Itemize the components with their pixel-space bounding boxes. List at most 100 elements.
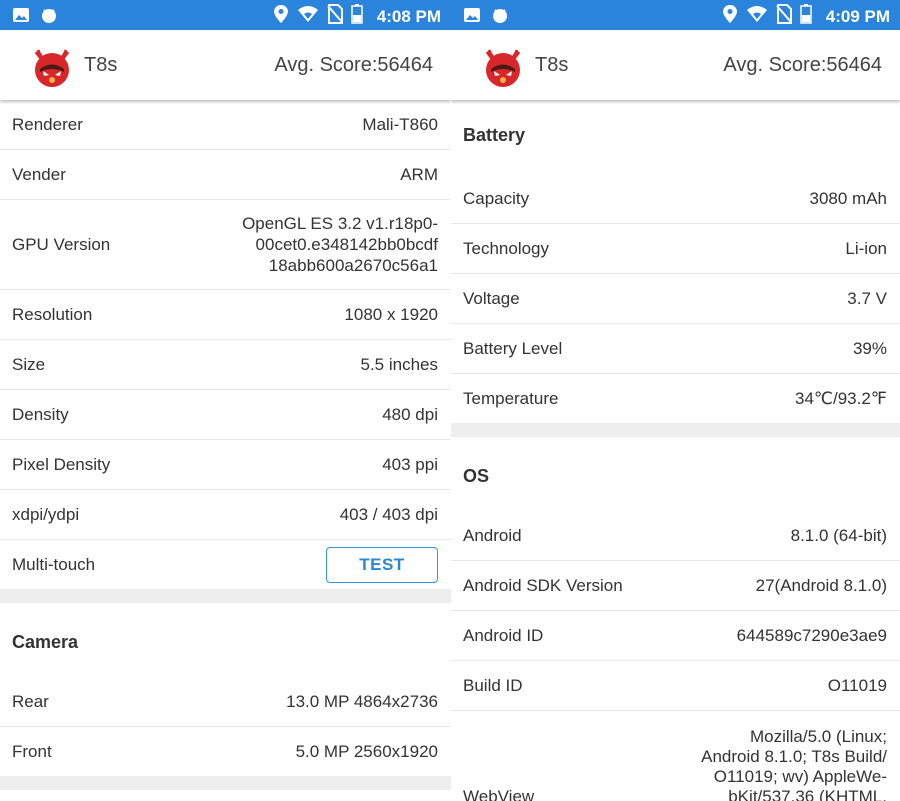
- row-value: 27(Android 8.1.0): [755, 575, 887, 595]
- value-line: 00cet0.e348142bb0bcdf: [255, 235, 438, 254]
- info-row-webview: WebView Mozilla/5.0 (Linux; Android 8.1.…: [451, 711, 900, 801]
- section-divider: [451, 423, 900, 437]
- row-label: Renderer: [12, 114, 83, 134]
- row-value: 3080 mAh: [809, 188, 888, 208]
- row-label: Vender: [12, 164, 66, 184]
- status-bar: 4:09 PM: [451, 0, 900, 30]
- antutu-logo-icon: [28, 42, 76, 90]
- row-value: 403 ppi: [382, 454, 438, 474]
- row-value: 39%: [852, 338, 887, 358]
- info-row-front-camera: Front 5.0 MP 2560x1920: [0, 727, 451, 776]
- row-value: 480 dpi: [382, 404, 438, 424]
- row-value: Mali-T860: [362, 114, 438, 134]
- row-value: O11019: [827, 675, 887, 695]
- no-sim-icon: [775, 4, 792, 29]
- info-row-technology: Technology Li-ion: [451, 224, 900, 274]
- row-label: Resolution: [12, 304, 93, 324]
- row-label: xdpi/ydpi: [12, 504, 80, 524]
- row-label: GPU Version: [12, 234, 111, 254]
- row-value: 5.0 MP 2560x1920: [295, 741, 438, 761]
- status-time: 4:09 PM: [825, 6, 890, 26]
- row-label: Multi-touch: [12, 554, 96, 574]
- row-label: Android SDK Version: [463, 575, 623, 595]
- row-value: 8.1.0 (64-bit): [790, 525, 887, 545]
- location-icon: [273, 4, 289, 29]
- section-header-os: OS: [451, 437, 900, 511]
- value-line: Mozilla/5.0 (Linux;: [749, 727, 887, 746]
- battery-icon: [351, 4, 363, 29]
- row-label: Capacity: [463, 188, 530, 208]
- value-line: Android 8.1.0; T8s Build/: [701, 747, 887, 766]
- value-line: O11019; wv) AppleWe-: [713, 767, 887, 786]
- info-row-pixel-density: Pixel Density 403 ppi: [0, 440, 451, 490]
- row-value: 5.5 inches: [360, 354, 439, 374]
- row-label: Voltage: [463, 288, 520, 308]
- row-label: Technology: [463, 238, 550, 258]
- row-label: Density: [12, 404, 69, 424]
- value-line: bKit/537.36 (KHTML,: [728, 787, 887, 801]
- value-line: 18abb600a2670c56a1: [268, 256, 438, 275]
- location-icon: [722, 4, 738, 29]
- antutu-notification-icon: [491, 6, 509, 29]
- info-row-renderer: Renderer Mali-T860: [0, 100, 451, 150]
- info-row-density: Density 480 dpi: [0, 390, 451, 440]
- row-label: Rear: [12, 691, 49, 711]
- row-label: Temperature: [463, 388, 559, 408]
- no-sim-icon: [326, 4, 343, 29]
- app-bar: T8s Avg. Score:56464: [451, 30, 900, 100]
- status-bar: 4:08 PM: [0, 0, 451, 30]
- antutu-notification-icon: [40, 6, 58, 29]
- row-label: Battery Level: [463, 338, 563, 358]
- row-value: Mozilla/5.0 (Linux; Android 8.1.0; T8s B…: [701, 727, 887, 801]
- info-row-android-sdk-version: Android SDK Version 27(Android 8.1.0): [451, 561, 900, 611]
- status-time: 4:08 PM: [376, 6, 441, 26]
- info-row-temperature: Temperature 34℃/93.2℉: [451, 374, 900, 423]
- image-icon: [463, 6, 481, 29]
- row-value: 644589c7290e3ae9: [736, 625, 887, 645]
- wifi-icon: [297, 5, 319, 28]
- row-value: 34℃/93.2℉: [795, 388, 887, 408]
- row-value: 1080 x 1920: [344, 304, 438, 324]
- info-row-android: Android 8.1.0 (64-bit): [451, 511, 900, 561]
- info-row-gpu-version: GPU Version OpenGL ES 3.2 v1.r18p0- 00ce…: [0, 200, 451, 290]
- row-label: Size: [12, 354, 46, 374]
- value-line: OpenGL ES 3.2 v1.r18p0-: [242, 214, 438, 233]
- device-info-list: Battery Capacity 3080 mAh Technology Li-…: [451, 100, 900, 801]
- row-label: Android ID: [463, 625, 544, 645]
- row-label: Pixel Density: [12, 454, 111, 474]
- row-value: 3.7 V: [847, 288, 887, 308]
- section-title: Camera: [12, 632, 79, 652]
- info-row-vender: Vender ARM: [0, 150, 451, 200]
- info-row-build-id: Build ID O11019: [451, 661, 900, 711]
- device-info-list: Renderer Mali-T860 Vender ARM GPU Versio…: [0, 100, 451, 790]
- section-divider: [0, 776, 451, 790]
- info-row-rear-camera: Rear 13.0 MP 4864x2736: [0, 677, 451, 727]
- left-screenshot: 4:08 PM T8s Avg. Score:56464 Renderer Ma…: [0, 0, 451, 801]
- info-row-multi-touch: Multi-touch TEST: [0, 540, 451, 589]
- avg-score: Avg. Score:56464: [274, 54, 433, 76]
- info-row-voltage: Voltage 3.7 V: [451, 274, 900, 324]
- section-divider: [0, 589, 451, 603]
- image-icon: [12, 6, 30, 29]
- info-row-resolution: Resolution 1080 x 1920: [0, 290, 451, 340]
- row-label: Android: [463, 525, 522, 545]
- row-value: 13.0 MP 4864x2736: [286, 691, 438, 711]
- row-value: 403 / 403 dpi: [339, 504, 438, 524]
- info-row-capacity: Capacity 3080 mAh: [451, 174, 900, 224]
- section-header-camera: Camera: [0, 603, 451, 677]
- antutu-logo-icon: [479, 42, 527, 90]
- app-bar: T8s Avg. Score:56464: [0, 30, 451, 100]
- row-label: Build ID: [463, 675, 523, 695]
- wifi-icon: [746, 5, 768, 28]
- avg-score: Avg. Score:56464: [723, 54, 882, 76]
- device-name: T8s: [84, 54, 118, 76]
- info-row-android-id: Android ID 644589c7290e3ae9: [451, 611, 900, 661]
- section-title: Battery: [463, 125, 526, 145]
- info-row-xdpi-ydpi: xdpi/ydpi 403 / 403 dpi: [0, 490, 451, 540]
- device-name: T8s: [535, 54, 569, 76]
- multi-touch-test-button[interactable]: TEST: [326, 546, 438, 583]
- section-header-battery: Battery: [451, 100, 900, 174]
- info-row-battery-level: Battery Level 39%: [451, 324, 900, 374]
- row-value: ARM: [400, 164, 438, 184]
- right-screenshot: 4:09 PM T8s Avg. Score:56464 Battery Cap…: [451, 0, 900, 801]
